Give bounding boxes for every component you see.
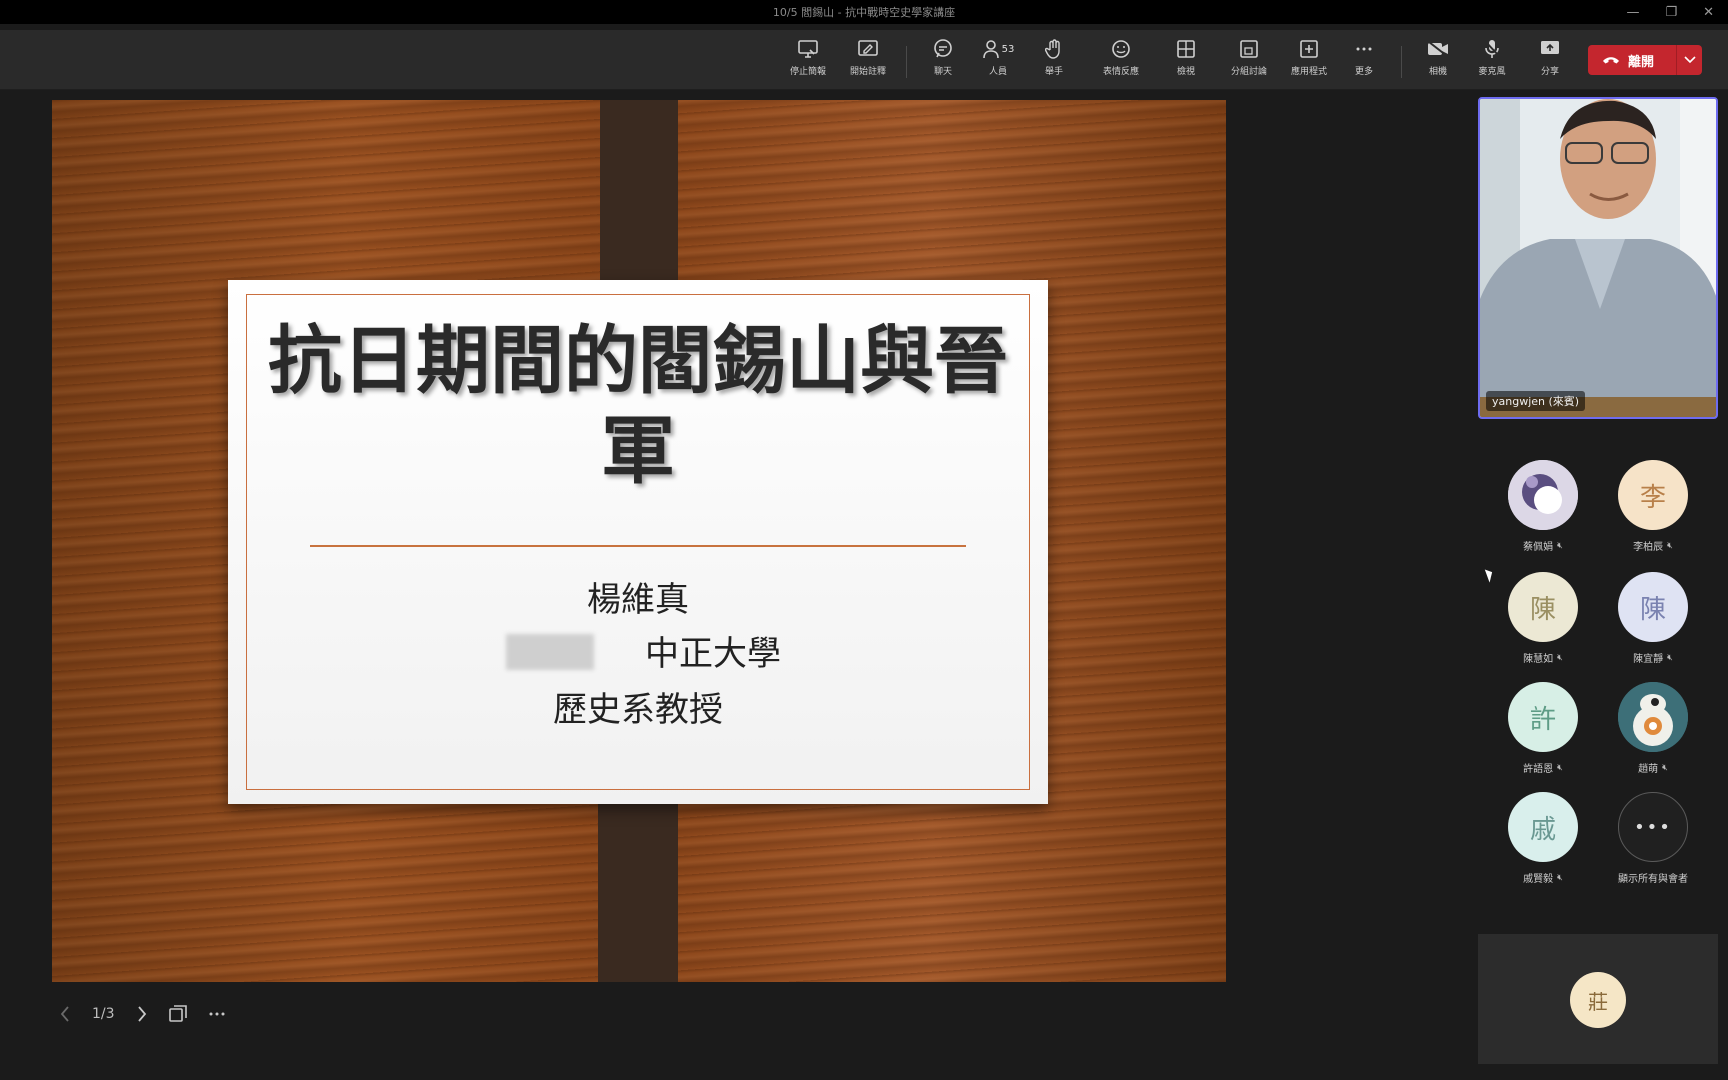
- window-titlebar: 10/5 閻錫山 - 抗中戰時空史學家講座 — ❐ ✕: [0, 0, 1728, 24]
- participant-name: 陳慧如: [1523, 654, 1554, 665]
- slide-more-icon[interactable]: [209, 1012, 225, 1016]
- mic-toggle-button[interactable]: 麥克風: [1462, 38, 1522, 77]
- participant-count: 53: [1001, 43, 1015, 55]
- mic-off-icon: 🔇︎: [1557, 762, 1563, 773]
- avatar: [1618, 682, 1688, 752]
- breakout-rooms-icon: [1238, 38, 1260, 60]
- restore-icon[interactable]: ❐: [1665, 5, 1677, 20]
- camera-toggle-button[interactable]: 相機: [1408, 38, 1468, 77]
- leave-button[interactable]: 離開: [1588, 45, 1702, 75]
- participant-overflow-panel: 莊: [1478, 934, 1718, 1064]
- reactions-button[interactable]: 表情反應: [1090, 38, 1152, 77]
- mic-off-icon: 🔇︎: [1557, 540, 1563, 551]
- raise-hand-icon: [1043, 38, 1065, 60]
- avatar: [1508, 460, 1578, 530]
- participant-name: 蔡佩娟: [1523, 542, 1554, 553]
- slide-divider: [310, 545, 966, 547]
- annotate-button[interactable]: 開始註釋: [838, 38, 898, 77]
- view-icon: [1175, 38, 1197, 60]
- slide-title: 抗日期間的閻錫山與晉軍: [268, 318, 1008, 494]
- phone-hangup-icon: [1603, 57, 1619, 64]
- avatar: 陳: [1508, 572, 1578, 642]
- next-slide-icon[interactable]: [137, 1006, 147, 1022]
- camera-off-icon: [1427, 38, 1449, 60]
- chat-button[interactable]: 聊天: [913, 38, 973, 77]
- more-icon: •••: [1618, 792, 1688, 862]
- previous-slide-icon[interactable]: [60, 1006, 70, 1022]
- participant-tile[interactable]: 陳 陳慧如 🔇︎: [1498, 572, 1588, 665]
- close-icon[interactable]: ✕: [1703, 5, 1714, 20]
- slide-card: 抗日期間的閻錫山與晉軍 楊維真 中正大學 歷史系教授: [228, 280, 1048, 804]
- avatar[interactable]: 莊: [1570, 972, 1626, 1028]
- view-button[interactable]: 檢視: [1156, 38, 1216, 77]
- participant-tile[interactable]: 許 許語恩 🔇︎: [1498, 682, 1588, 775]
- mic-off-icon: 🔇︎: [1667, 540, 1673, 551]
- window-controls: — ❐ ✕: [1626, 0, 1714, 24]
- mic-off-icon: 🔇︎: [1557, 872, 1563, 883]
- toolbar-separator: [906, 46, 907, 78]
- avatar: 戚: [1508, 792, 1578, 862]
- share-icon: [1539, 38, 1561, 60]
- slide-navigation: 1/3: [60, 996, 225, 1032]
- shared-slide: 抗日期間的閻錫山與晉軍 楊維真 中正大學 歷史系教授: [52, 100, 1226, 982]
- participant-name: 陳宜靜: [1633, 654, 1664, 665]
- self-video-name: yangwjen (來賓): [1486, 391, 1586, 411]
- apps-button[interactable]: 應用程式: [1278, 38, 1340, 77]
- participant-name: 許語恩: [1523, 764, 1554, 775]
- avatar: 李: [1618, 460, 1688, 530]
- mouse-cursor-icon: [1484, 567, 1496, 583]
- stop-presenting-button[interactable]: 停止簡報: [778, 38, 838, 77]
- annotate-icon: [857, 38, 879, 60]
- self-video-tile[interactable]: yangwjen (來賓): [1478, 97, 1718, 419]
- raise-hand-button[interactable]: 舉手: [1024, 38, 1084, 77]
- participant-name: 趙萌: [1638, 764, 1659, 775]
- video-feed-image: [1480, 99, 1716, 417]
- toolbar-separator: [1401, 46, 1402, 78]
- participant-tile[interactable]: 趙萌 🔇︎: [1608, 682, 1698, 775]
- participant-tile[interactable]: 陳 陳宜靜 🔇︎: [1608, 572, 1698, 665]
- avatar: 許: [1508, 682, 1578, 752]
- participant-tile[interactable]: 戚 戚賢毅 🔇︎: [1498, 792, 1588, 885]
- people-icon: 53: [978, 38, 1018, 60]
- people-button[interactable]: 53 人員: [968, 38, 1028, 77]
- slide-decoration-strap: [600, 100, 678, 215]
- apps-icon: [1298, 38, 1320, 60]
- meeting-toolbar: 停止簡報 開始註釋 聊天 53 人員 舉手 表情反應 檢視 分組討論 應用程式 …: [0, 30, 1728, 90]
- more-icon: [1353, 38, 1375, 60]
- show-all-label: 顯示所有與會者: [1618, 874, 1688, 885]
- slide-page-indicator: 1/3: [92, 1006, 115, 1022]
- participant-name: 戚賢毅: [1523, 874, 1554, 885]
- more-options-button[interactable]: 更多: [1334, 38, 1394, 77]
- mic-off-icon: 🔇︎: [1557, 652, 1563, 663]
- slide-affiliation: 中正大學: [645, 634, 781, 674]
- participant-name: 李柏辰: [1633, 542, 1664, 553]
- avatar: 陳: [1618, 572, 1688, 642]
- participant-tile[interactable]: 蔡佩娟 🔇︎: [1498, 460, 1588, 553]
- leave-main[interactable]: 離開: [1588, 45, 1676, 75]
- mic-off-icon: 🔇︎: [1662, 762, 1668, 773]
- mic-off-icon: 🔇︎: [1667, 652, 1673, 663]
- slide-author: 楊維真: [587, 580, 689, 620]
- slide-overview-icon[interactable]: [168, 1005, 187, 1023]
- chat-icon: [932, 38, 954, 60]
- mic-off-icon: [1481, 38, 1503, 60]
- minimize-icon[interactable]: —: [1626, 5, 1639, 20]
- show-all-participants-button[interactable]: ••• 顯示所有與會者: [1608, 792, 1698, 885]
- screen-share-icon: [797, 38, 819, 60]
- window-title: 10/5 閻錫山 - 抗中戰時空史學家講座: [772, 6, 956, 19]
- share-button[interactable]: 分享: [1520, 38, 1580, 77]
- participant-tile[interactable]: 李 李柏辰 🔇︎: [1608, 460, 1698, 553]
- breakout-rooms-button[interactable]: 分組討論: [1218, 38, 1280, 77]
- leave-label: 離開: [1628, 54, 1655, 70]
- slide-position: 歷史系教授: [553, 690, 723, 730]
- leave-dropdown-chevron-icon[interactable]: [1676, 45, 1702, 75]
- reactions-icon: [1110, 38, 1132, 60]
